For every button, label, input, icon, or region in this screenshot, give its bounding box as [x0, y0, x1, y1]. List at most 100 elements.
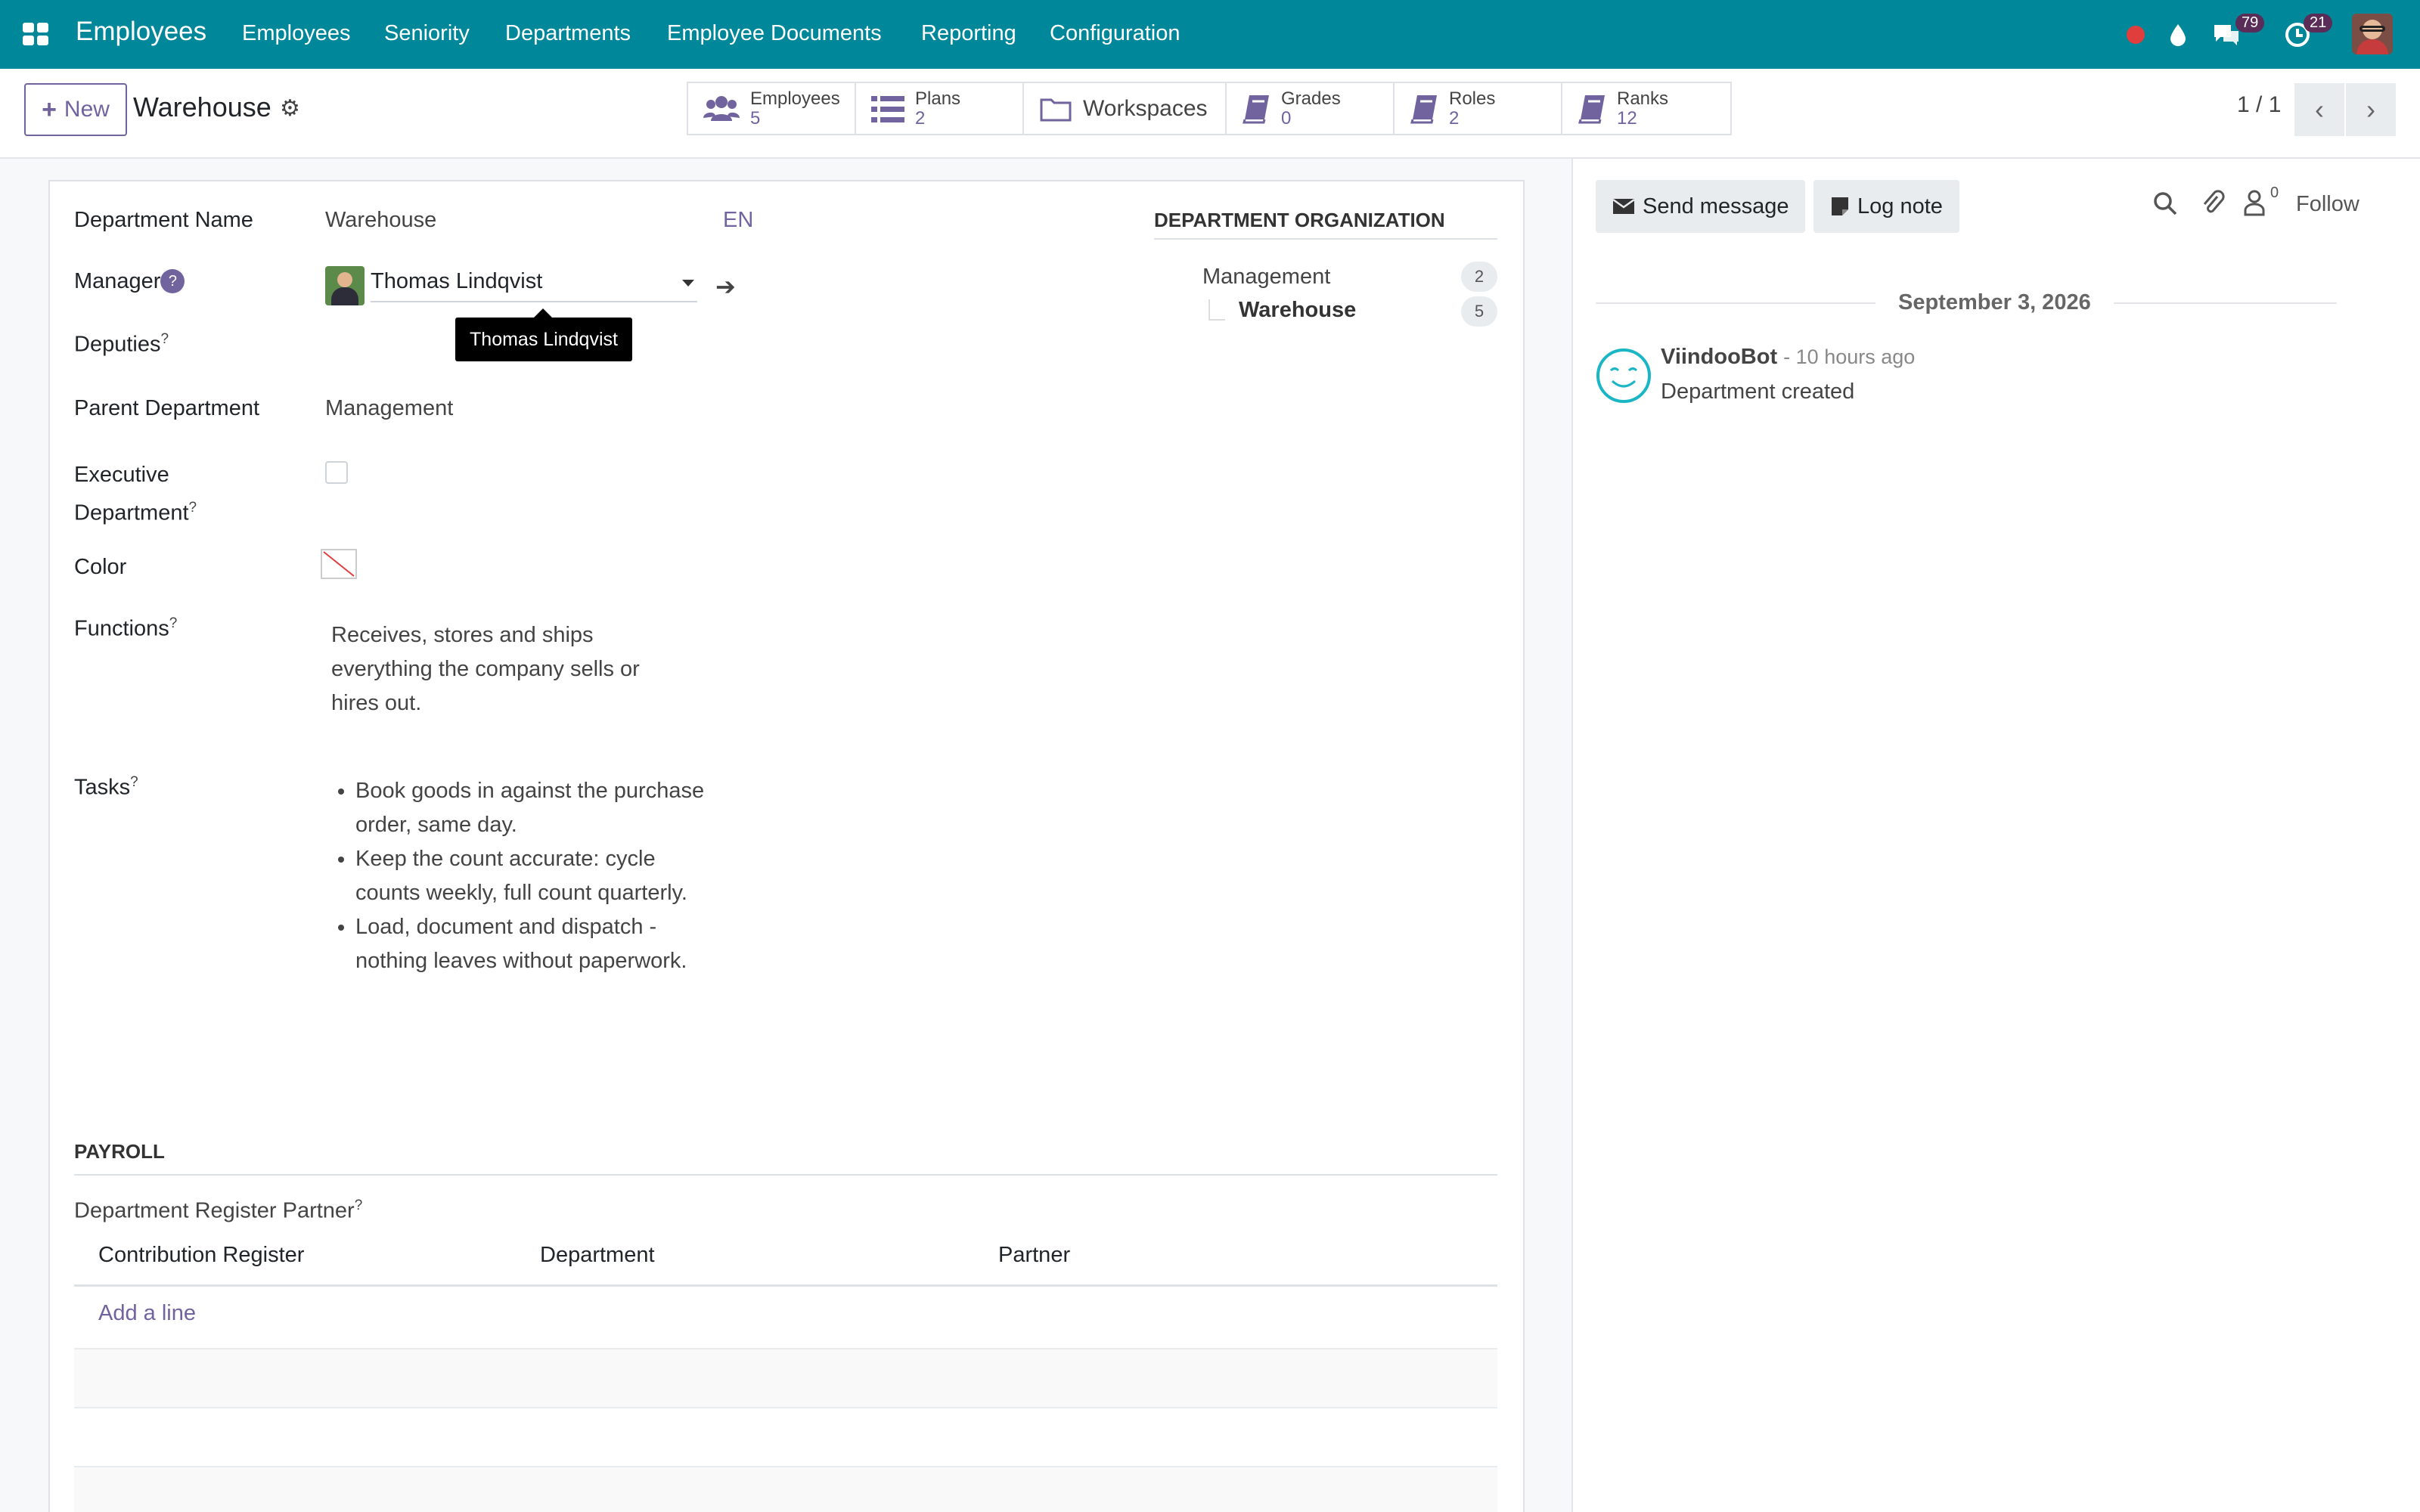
arrow-right-icon[interactable]: ➔ [715, 272, 736, 301]
color-picker[interactable] [321, 549, 357, 579]
smart-button-ranks[interactable]: Ranks 12 [1562, 83, 1730, 134]
paperclip-icon[interactable] [2201, 189, 2225, 220]
gear-icon[interactable]: ⚙ [280, 95, 300, 122]
column-partner[interactable]: Partner [998, 1243, 1070, 1268]
book-icon [1578, 94, 1605, 123]
functions-line: Receives, stores and ships [331, 623, 594, 647]
table-row [74, 1467, 1497, 1512]
manager-field[interactable]: Thomas Lindqvist [371, 269, 697, 302]
message-time: - 10 hours ago [1783, 345, 1916, 368]
help-mark[interactable]: ? [169, 615, 178, 631]
chevron-right-icon: › [2366, 94, 2375, 125]
user-avatar[interactable] [2352, 14, 2393, 54]
app-title[interactable]: Employees [76, 17, 206, 47]
functions-line: hires out. [331, 691, 422, 715]
department-organization-title: DEPARTMENT ORGANIZATION [1154, 209, 1497, 240]
tree-connector [1208, 299, 1225, 321]
smart-count: 2 [1449, 107, 1460, 129]
book-icon [1243, 94, 1269, 123]
smart-count: 12 [1617, 107, 1637, 129]
org-count-badge: 5 [1461, 296, 1497, 327]
help-mark[interactable]: ? [189, 500, 197, 516]
apps-menu-icon[interactable] [23, 23, 48, 45]
pager-value[interactable]: 1 / 1 [2237, 92, 2281, 118]
parent-department-field[interactable]: Management [325, 396, 453, 421]
org-count-badge: 2 [1461, 262, 1497, 292]
help-icon[interactable]: ? [160, 269, 185, 293]
manager-avatar [325, 266, 365, 305]
add-a-line-link[interactable]: Add a line [98, 1301, 196, 1326]
smart-button-employees[interactable]: Employees 5 [688, 83, 856, 134]
note-icon [1832, 197, 1848, 215]
smart-label: Roles [1449, 88, 1496, 109]
language-button[interactable]: EN [723, 208, 753, 233]
help-mark[interactable]: ? [160, 331, 169, 347]
new-button-label: New [64, 97, 110, 122]
log-note-button[interactable]: Log note [1813, 180, 1959, 233]
help-mark[interactable]: ? [355, 1198, 363, 1213]
executive-department-checkbox[interactable] [325, 461, 348, 484]
pager-next-button[interactable]: › [2346, 83, 2396, 136]
table-row: Add a line [74, 1289, 1497, 1349]
org-item-management[interactable]: Management [1202, 265, 1330, 290]
messages-badge: 79 [2235, 14, 2265, 33]
manager-value: Thomas Lindqvist [371, 269, 543, 293]
task-item: Load, document and dispatch - nothing le… [355, 910, 711, 978]
bot-avatar [1596, 348, 1652, 404]
folder-icon [1040, 98, 1072, 121]
list-icon [871, 95, 904, 122]
functions-field[interactable]: Receives, stores and ships everything th… [331, 618, 640, 720]
functions-label: Functions? [74, 615, 177, 642]
record-status-icon[interactable] [2122, 20, 2149, 50]
smart-label: Plans [915, 88, 961, 109]
department-name-field[interactable]: Warehouse [325, 208, 436, 233]
smart-button-workspaces[interactable]: Workspaces [1024, 83, 1227, 134]
search-icon[interactable] [2152, 191, 2178, 220]
activities-icon[interactable]: 21 [2281, 14, 2333, 50]
menu-configuration[interactable]: Configuration [1050, 21, 1181, 46]
menu-departments[interactable]: Departments [505, 21, 631, 46]
followers-icon[interactable] [2243, 189, 2266, 220]
droplet-icon[interactable] [2164, 20, 2192, 50]
book-icon [1410, 94, 1437, 123]
smart-count: 0 [1281, 107, 1292, 129]
table-row [74, 1349, 1497, 1408]
smart-button-plans[interactable]: Plans 2 [856, 83, 1024, 134]
smart-label: Ranks [1617, 88, 1669, 109]
send-message-button[interactable]: Send message [1596, 180, 1806, 233]
tasks-field[interactable]: Book goods in against the purchase order… [355, 774, 711, 978]
plus-icon: + [42, 94, 57, 124]
message-date: September 3, 2026 [1876, 290, 2114, 315]
help-mark[interactable]: ? [130, 774, 138, 790]
parent-department-label: Parent Department [74, 396, 260, 420]
new-button[interactable]: + New [24, 83, 127, 136]
manager-label: Manager? [74, 269, 185, 294]
follow-button[interactable]: Follow [2296, 192, 2360, 217]
register-partner-label-text: Department Register Partner [74, 1198, 355, 1223]
followers-count: 0 [2270, 184, 2279, 201]
message-body: Department created [1661, 380, 1855, 404]
department-register-partner-label: Department Register Partner? [74, 1198, 362, 1224]
menu-employees[interactable]: Employees [242, 21, 350, 46]
functions-label-text: Functions [74, 616, 169, 641]
smart-label: Workspaces [1083, 95, 1208, 121]
smart-button-roles[interactable]: Roles 2 [1395, 83, 1562, 134]
chatter-divider [1571, 159, 1573, 1512]
task-item: Book goods in against the purchase order… [355, 774, 711, 842]
messages-icon[interactable]: 79 [2210, 14, 2265, 50]
column-department[interactable]: Department [540, 1243, 655, 1268]
org-item-warehouse[interactable]: Warehouse [1239, 298, 1356, 323]
task-item: Keep the count accurate: cycle counts we… [355, 842, 711, 910]
menu-employee-documents[interactable]: Employee Documents [667, 21, 882, 46]
menu-seniority[interactable]: Seniority [384, 21, 470, 46]
menu-reporting[interactable]: Reporting [921, 21, 1016, 46]
table-row [74, 1408, 1497, 1467]
message-author[interactable]: ViindooBot [1661, 345, 1777, 369]
message-header: ViindooBot - 10 hours ago [1661, 345, 1915, 370]
executive-label-line1: Executive [74, 463, 169, 487]
smart-button-grades[interactable]: Grades 0 [1227, 83, 1395, 134]
pager-previous-button[interactable]: ‹ [2294, 83, 2344, 136]
column-contribution-register[interactable]: Contribution Register [98, 1243, 304, 1268]
smart-label: Grades [1281, 88, 1341, 109]
caret-down-icon[interactable] [682, 280, 694, 287]
